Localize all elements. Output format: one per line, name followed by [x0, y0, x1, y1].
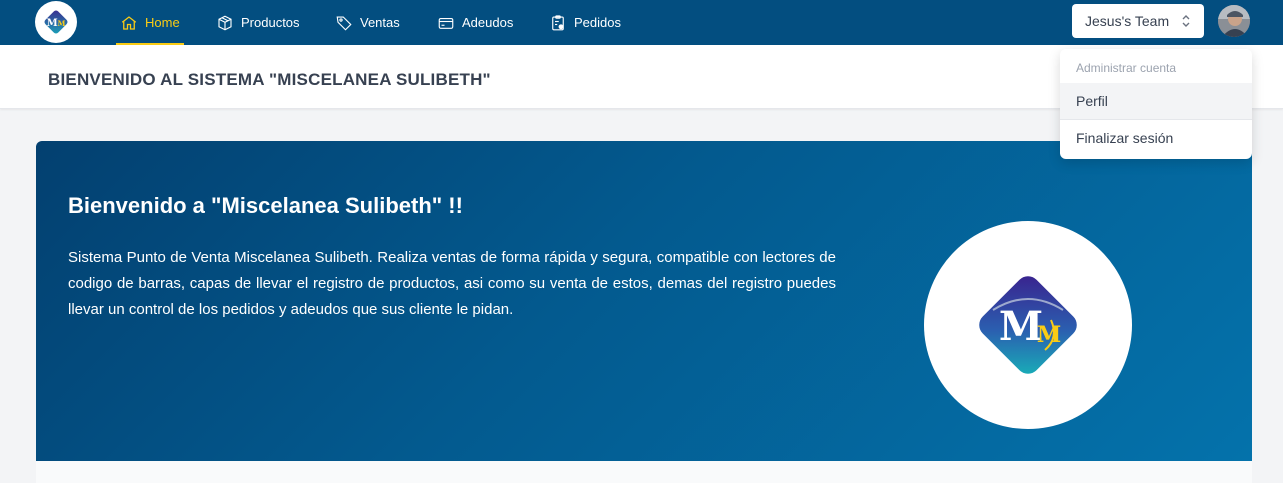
nav-adeudos[interactable]: Adeudos	[437, 0, 513, 45]
welcome-hero: Bienvenido a "Miscelanea Sulibeth" !! Si…	[36, 141, 1252, 461]
menu-item-finalizar-sesion[interactable]: Finalizar sesión	[1060, 120, 1252, 156]
chevron-up-down-icon	[1182, 15, 1190, 27]
team-select-value: Jesus's Team	[1085, 13, 1170, 29]
box-icon	[218, 15, 232, 30]
nav-productos-label: Productos	[241, 15, 300, 30]
miscelanea-logo-icon: MM	[44, 10, 68, 34]
nav-productos[interactable]: Productos	[216, 0, 300, 45]
tag-icon	[336, 15, 352, 31]
page-title: BIENVENIDO AL SISTEMA "MISCELANEA SULIBE…	[48, 70, 491, 89]
hero-title: Bienvenido a "Miscelanea Sulibeth" !!	[68, 193, 463, 218]
svg-text:M: M	[1037, 322, 1061, 348]
nav-ventas-label: Ventas	[360, 15, 400, 30]
avatar-photo-icon	[1218, 5, 1250, 37]
team-select[interactable]: Jesus's Team	[1072, 4, 1204, 38]
user-avatar[interactable]	[1218, 5, 1250, 37]
nav-home[interactable]: Home	[116, 0, 184, 45]
account-dropdown: Administrar cuenta Perfil Finalizar sesi…	[1060, 49, 1252, 159]
svg-text:MM: MM	[47, 18, 66, 29]
nav-pedidos-label: Pedidos	[574, 15, 621, 30]
top-navbar: MM Home Productos Ventas Adeudos Pedidos…	[0, 0, 1283, 45]
home-icon	[121, 15, 137, 30]
brand-logo[interactable]: MM	[35, 1, 77, 43]
hero-logo: M M	[924, 221, 1132, 429]
nav-ventas[interactable]: Ventas	[335, 0, 400, 45]
miscelanea-logo-icon: M M	[979, 276, 1077, 374]
clipboard-icon	[552, 14, 564, 30]
nav-home-label: Home	[145, 15, 180, 30]
nav-pedidos[interactable]: Pedidos	[549, 0, 621, 45]
hero-description: Sistema Punto de Venta Miscelanea Sulibe…	[68, 249, 836, 318]
menu-item-perfil[interactable]: Perfil	[1060, 83, 1252, 119]
nav-adeudos-label: Adeudos	[462, 15, 514, 30]
content-panel	[36, 461, 1252, 483]
credit-card-icon	[438, 17, 454, 29]
account-menu-heading: Administrar cuenta	[1076, 61, 1177, 75]
